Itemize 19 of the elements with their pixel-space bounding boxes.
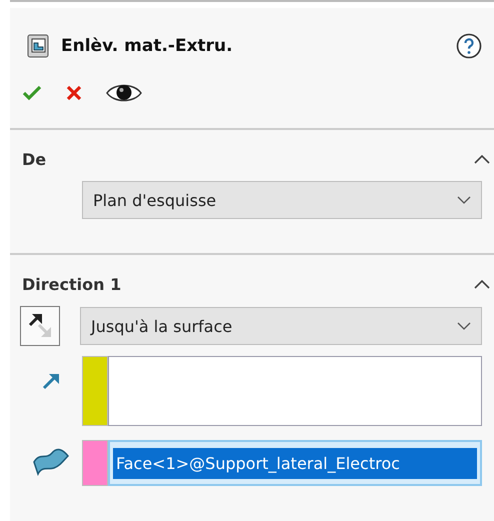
dropdown[interactable]: Plan d'esquisse bbox=[82, 181, 482, 219]
selection-list[interactable] bbox=[108, 356, 482, 426]
help-icon[interactable] bbox=[456, 33, 482, 59]
collapse-chevron-icon[interactable] bbox=[474, 155, 490, 164]
dropdown-chevron-icon[interactable] bbox=[457, 322, 471, 330]
section-title: De bbox=[22, 150, 46, 169]
eye-icon[interactable] bbox=[106, 82, 142, 104]
selection-field[interactable]: Face<1>@Support_lateral_Electroc bbox=[108, 440, 482, 486]
panel-title: Enlèv. mat.-Extru. bbox=[61, 36, 234, 56]
dropdown[interactable]: Jusqu'à la surface bbox=[80, 307, 482, 345]
arrow-icon bbox=[41, 371, 61, 391]
dropdown-chevron-icon[interactable] bbox=[457, 196, 471, 204]
surface-icon bbox=[32, 448, 70, 478]
reverse-direction-button[interactable] bbox=[20, 306, 60, 346]
cancel-icon[interactable] bbox=[66, 85, 82, 101]
section-title: Direction 1 bbox=[22, 275, 122, 294]
collapse-chevron-icon[interactable] bbox=[474, 280, 490, 289]
confirm-check-icon[interactable] bbox=[22, 85, 42, 101]
feature-icon bbox=[27, 34, 49, 58]
